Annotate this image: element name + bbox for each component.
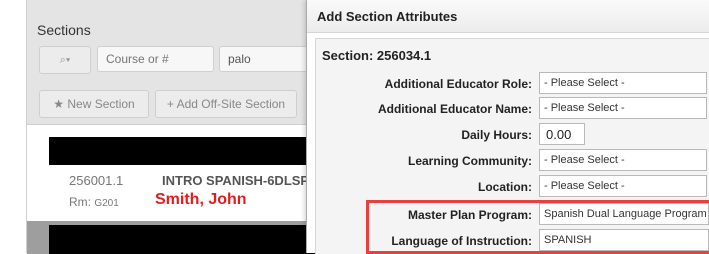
daily-hours-input[interactable]: 0.00	[539, 123, 585, 145]
new-section-button[interactable]: ★ New Section	[39, 90, 149, 118]
add-offsite-section-button[interactable]: + Add Off-Site Section	[155, 90, 297, 118]
additional-educator-name-label: Additional Educator Name:	[377, 102, 532, 116]
section-id[interactable]: 256001.1	[69, 173, 123, 188]
additional-educator-name-select[interactable]: - Please Select -	[539, 97, 707, 119]
dialog-body: Section: 256034.1 Additional Educator Ro…	[315, 38, 709, 254]
dialog-title: Add Section Attributes	[317, 9, 458, 24]
section-list: 256001.1 INTRO SPANISH-6DLSP Rm: G201 Sm…	[27, 124, 319, 254]
section-room: Rm: G201	[69, 195, 119, 209]
sections-header: Sections	[37, 22, 91, 38]
search-icon[interactable]: ⌕▾	[39, 46, 91, 74]
search-row: ⌕▾	[39, 46, 339, 74]
redacted-row	[49, 225, 319, 254]
highlight-annotation-box	[366, 200, 709, 254]
learning-community-label: Learning Community:	[407, 154, 532, 168]
room-number: G201	[94, 198, 119, 209]
redacted-row	[49, 137, 319, 165]
location-label: Location:	[478, 180, 532, 194]
section-course[interactable]: INTRO SPANISH-6DLSP	[162, 173, 309, 188]
section-label: Section: 256034.1	[322, 48, 432, 63]
sections-panel: Sections ⌕▾ ★ New Section + Add Off-Site…	[26, 0, 339, 254]
add-section-attributes-dialog: Add Section Attributes Section: 256034.1…	[306, 0, 709, 254]
dialog-title-bar: Add Section Attributes	[307, 0, 709, 33]
additional-educator-role-label: Additional Educator Role:	[384, 77, 532, 91]
teacher-name: Smith, John	[155, 191, 247, 208]
course-search-input[interactable]	[97, 46, 214, 72]
room-prefix: Rm:	[69, 195, 95, 209]
daily-hours-label: Daily Hours:	[461, 128, 532, 142]
additional-educator-role-select[interactable]: - Please Select -	[539, 72, 707, 94]
location-select[interactable]: - Please Select -	[539, 175, 707, 197]
learning-community-select[interactable]: - Please Select -	[539, 149, 707, 171]
